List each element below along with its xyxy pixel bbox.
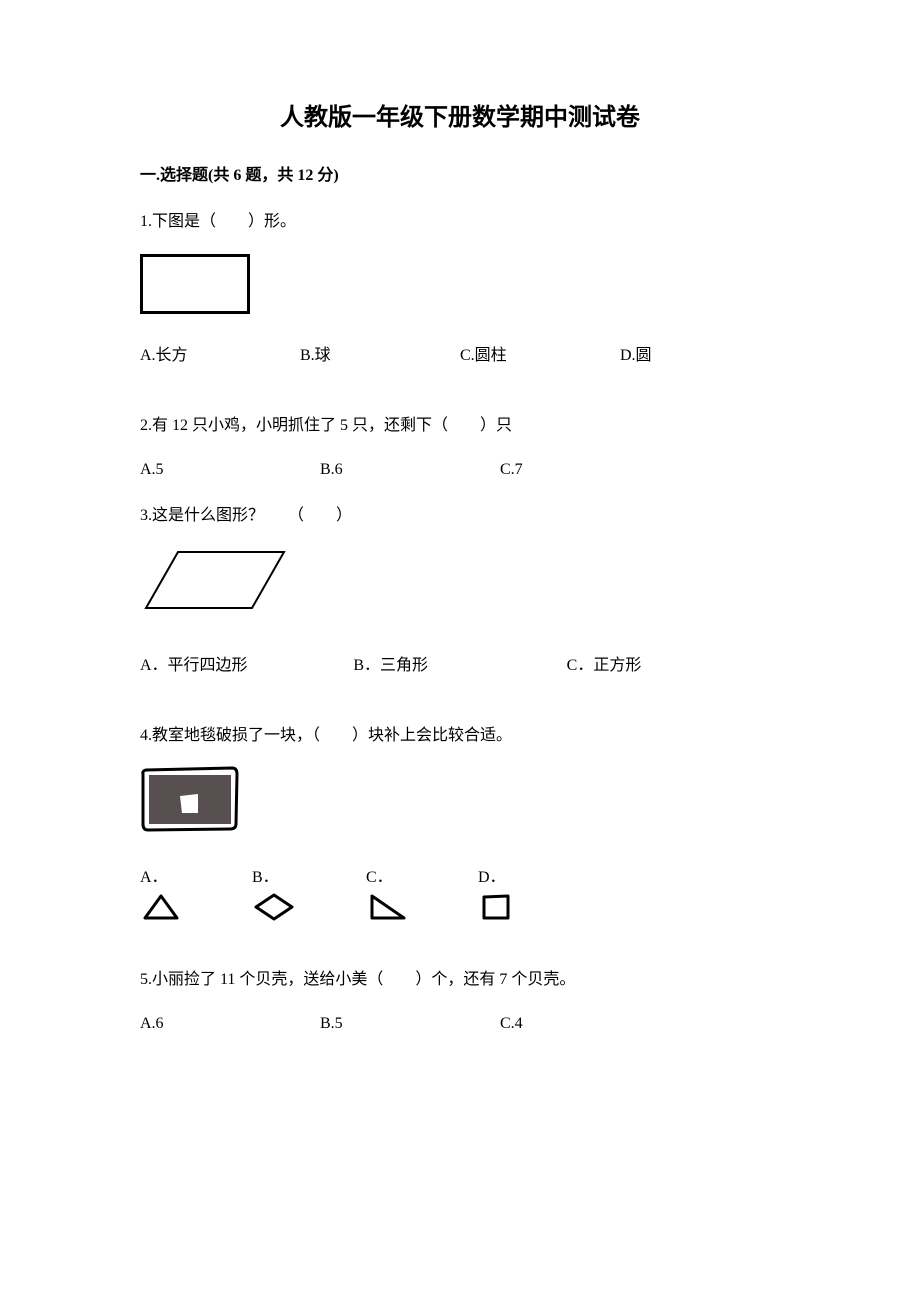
q4-opt-c: C． [366, 866, 408, 922]
q4-opt-c-label: C． [366, 866, 408, 890]
q5-text: 5.小丽捡了 11 个贝壳，送给小美（ ）个，还有 7 个贝壳。 [140, 968, 780, 992]
question-3: 3.这是什么图形？ （ ） A．平行四边形 B．三角形 C．正方形 [140, 504, 780, 678]
q5-options: A.6 B.5 C.4 [140, 1012, 780, 1036]
q4-opt-b: B． [252, 866, 296, 922]
question-4: 4.教室地毯破损了一块，（ ）块补上会比较合适。 A． B． C． [140, 724, 780, 922]
q3-text: 3.这是什么图形？ （ ） [140, 504, 780, 528]
triangle-icon [140, 892, 182, 922]
q1-text: 1.下图是（ ）形。 [140, 210, 780, 234]
q2-text: 2.有 12 只小鸡，小明抓住了 5 只，还剩下（ ）只 [140, 414, 780, 438]
parallelogram-icon [140, 546, 780, 624]
q4-opt-a: A． [140, 866, 182, 922]
q3-options: A．平行四边形 B．三角形 C．正方形 [140, 654, 780, 678]
q1-opt-b: B.球 [300, 344, 460, 368]
q5-opt-b: B.5 [320, 1012, 500, 1036]
question-1: 1.下图是（ ）形。 A.长方 B.球 C.圆柱 D.圆 [140, 210, 780, 368]
question-2: 2.有 12 只小鸡，小明抓住了 5 只，还剩下（ ）只 A.5 B.6 C.7 [140, 414, 780, 482]
q2-options: A.5 B.6 C.7 [140, 458, 780, 482]
q4-opt-d-label: D． [478, 866, 514, 890]
carpet-icon [140, 766, 780, 842]
q4-options: A． B． C． D． [140, 866, 780, 922]
q2-opt-b: B.6 [320, 458, 500, 482]
q1-opt-c: C.圆柱 [460, 344, 620, 368]
section-1-head: 一.选择题(共 6 题，共 12 分) [140, 164, 780, 188]
q4-text: 4.教室地毯破损了一块，（ ）块补上会比较合适。 [140, 724, 780, 748]
q4-opt-a-label: A． [140, 866, 182, 890]
q5-opt-c: C.4 [500, 1012, 680, 1036]
right-triangle-icon [366, 892, 408, 922]
q1-opt-d: D.圆 [620, 344, 780, 368]
square-icon [478, 892, 514, 922]
question-5: 5.小丽捡了 11 个贝壳，送给小美（ ）个，还有 7 个贝壳。 A.6 B.5… [140, 968, 780, 1036]
page-title: 人教版一年级下册数学期中测试卷 [140, 100, 780, 136]
q4-opt-d: D． [478, 866, 514, 922]
rhombus-icon [252, 892, 296, 922]
q3-opt-b: B．三角形 [353, 654, 566, 678]
q1-opt-a: A.长方 [140, 344, 300, 368]
q4-opt-b-label: B． [252, 866, 296, 890]
q2-opt-a: A.5 [140, 458, 320, 482]
q5-opt-a: A.6 [140, 1012, 320, 1036]
rectangle-icon [140, 254, 250, 314]
q3-opt-a: A．平行四边形 [140, 654, 353, 678]
q2-opt-c: C.7 [500, 458, 680, 482]
q1-options: A.长方 B.球 C.圆柱 D.圆 [140, 344, 780, 368]
q3-opt-c: C．正方形 [567, 654, 780, 678]
